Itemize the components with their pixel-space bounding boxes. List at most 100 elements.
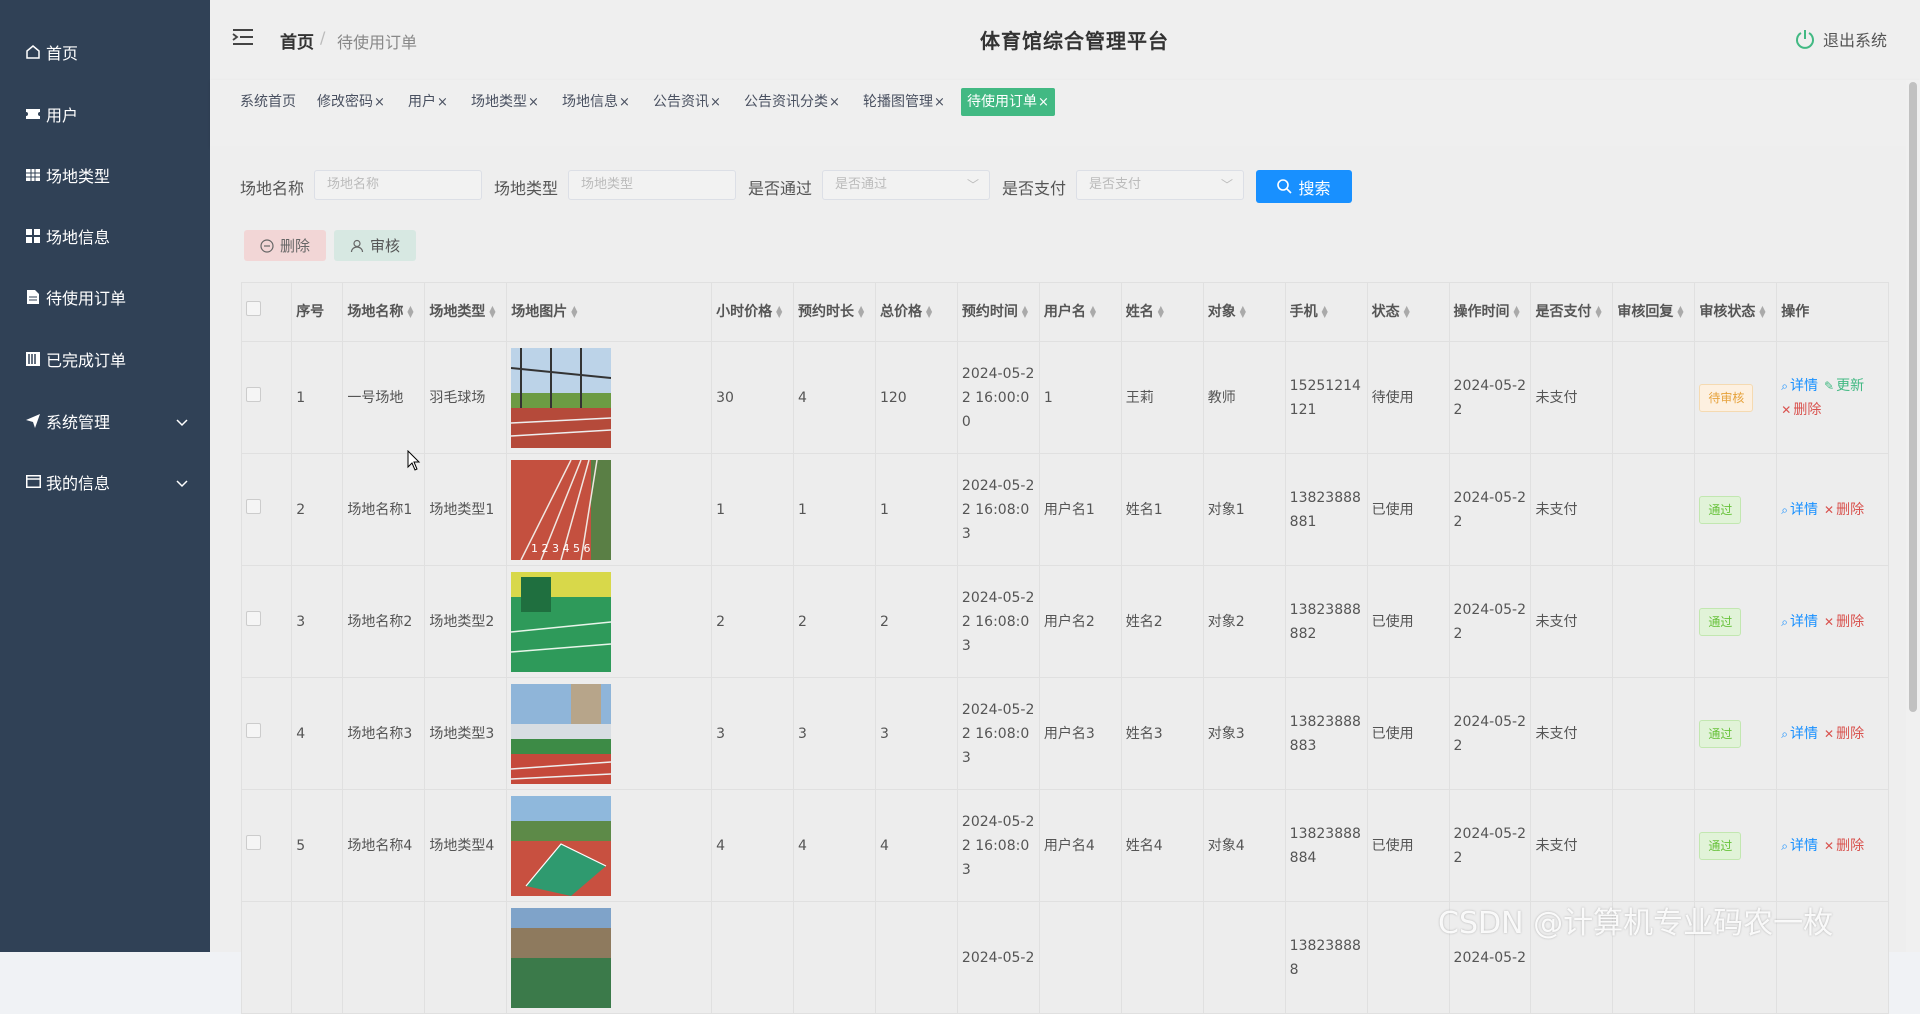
row-checkbox[interactable] [246, 498, 261, 514]
column-header[interactable]: 预约时间 ▲ ▼ [956, 282, 1040, 342]
tag-announcement-categories[interactable]: 公告资讯分类× [744, 88, 840, 116]
tag-venue-info[interactable]: 场地信息× [562, 88, 630, 116]
passed-select[interactable]: 是否通过 ﹀ [822, 170, 990, 200]
sidebar-item-venue-info[interactable]: 场地信息 [0, 205, 210, 266]
column-header[interactable]: 场地名称 ▲ ▼ [342, 282, 426, 342]
sort-icon[interactable]: ▲ ▼ [407, 305, 413, 319]
column-header[interactable]: 场地图片 ▲ ▼ [506, 282, 713, 342]
breadcrumb-home[interactable]: 首页 [280, 28, 314, 53]
tag-carousel[interactable]: 轮播图管理× [863, 88, 945, 116]
remove-link[interactable]: ✕ 删除 [1781, 402, 1821, 418]
venue-image[interactable] [511, 347, 612, 448]
sidebar-item-system[interactable]: 系统管理 [0, 390, 210, 451]
close-icon[interactable]: × [528, 95, 539, 110]
sort-icon[interactable]: ▲ ▼ [858, 305, 864, 319]
column-header[interactable]: 用户名 ▲ ▼ [1038, 282, 1122, 342]
logout-button[interactable]: 退出系统 [1795, 27, 1887, 51]
sort-icon[interactable]: ▲ ▼ [1090, 305, 1096, 319]
audit-button[interactable]: 审核 [334, 230, 416, 261]
table-row[interactable]: 2 场地名称1 场地类型1 1 2 3 4 5 6 1 1 1 2024-05-22 16:0… [240, 453, 1889, 566]
select-all-checkbox[interactable] [246, 301, 261, 316]
table-row[interactable]: 4 场地名称3 场地类型3 3 3 3 2024-05-22 16:08:03 用户名3 姓名3… [240, 677, 1889, 790]
page-scrollbar[interactable] [1906, 80, 1920, 952]
row-checkbox[interactable] [246, 834, 261, 850]
tag-label: 轮播图管理 [863, 94, 933, 110]
tag-home[interactable]: 系统首页 [240, 88, 296, 116]
close-icon[interactable]: × [1038, 95, 1049, 110]
sort-icon[interactable]: ▲ ▼ [1595, 305, 1601, 319]
close-icon[interactable]: × [934, 95, 945, 110]
column-header[interactable]: 审核状态 ▲ ▼ [1694, 282, 1778, 342]
column-header[interactable]: 预约时长 ▲ ▼ [793, 282, 876, 342]
sidebar-item-users[interactable]: 用户 [0, 83, 210, 144]
sort-icon[interactable]: ▲ ▼ [1759, 305, 1765, 319]
close-icon[interactable]: × [437, 95, 448, 110]
search-button[interactable]: 搜索 [1256, 170, 1352, 203]
venue-type-input[interactable]: 场地类型 [568, 170, 736, 200]
column-header[interactable]: 总价格 ▲ ▼ [874, 282, 958, 342]
sort-icon[interactable]: ▲ ▼ [489, 305, 495, 319]
row-checkbox[interactable] [246, 386, 261, 402]
sort-icon[interactable]: ▲ ▼ [1022, 305, 1028, 319]
venue-name-input[interactable]: 场地名称 [314, 170, 482, 200]
sidebar-item-my-info[interactable]: 我的信息 [0, 451, 210, 512]
menu-toggle-icon[interactable] [232, 28, 254, 50]
cell-real: 姓名1 [1120, 453, 1204, 566]
sort-icon[interactable]: ▲ ▼ [776, 305, 782, 319]
column-header[interactable]: 小时价格 ▲ ▼ [711, 282, 795, 342]
remove-link[interactable]: ✕ 删除 [1824, 502, 1864, 518]
detail-link[interactable]: ⌕ 详情 [1781, 502, 1818, 518]
sort-icon[interactable]: ▲ ▼ [1322, 305, 1328, 319]
sort-icon[interactable]: ▲ ▼ [1240, 305, 1246, 319]
venue-image[interactable] [511, 907, 612, 1008]
delete-button[interactable]: 删除 [244, 230, 326, 261]
venue-image[interactable] [511, 795, 612, 896]
tag-change-password[interactable]: 修改密码× [317, 88, 385, 116]
detail-link[interactable]: ⌕ 详情 [1781, 614, 1818, 630]
remove-link[interactable]: ✕ 删除 [1824, 614, 1864, 630]
column-header[interactable]: 是否支付 ▲ ▼ [1530, 282, 1614, 342]
sort-icon[interactable]: ▲ ▼ [1514, 305, 1520, 319]
tag-pending-orders[interactable]: 待使用订单× [961, 88, 1055, 116]
paid-select[interactable]: 是否支付 ﹀ [1076, 170, 1244, 200]
sidebar-item-pending-orders[interactable]: 待使用订单 [0, 266, 210, 327]
detail-link[interactable]: ⌕ 详情 [1781, 838, 1818, 854]
sort-icon[interactable]: ▲ ▼ [571, 305, 577, 319]
row-checkbox[interactable] [246, 722, 261, 738]
table-row[interactable]: 1 一号场地 羽毛球场 30 4 120 2024-05-22 16:00:00 1 王莉 教师 1… [240, 341, 1889, 454]
remove-link[interactable]: ✕ 删除 [1824, 726, 1864, 742]
cell-hours: 4 [793, 789, 876, 902]
update-link[interactable]: ✎ 更新 [1824, 378, 1864, 394]
sidebar-item-home[interactable]: 首页 [0, 21, 210, 82]
venue-image[interactable]: 1 2 3 4 5 6 [511, 459, 612, 560]
column-header[interactable]: 手机 ▲ ▼ [1284, 282, 1368, 342]
venue-image[interactable] [511, 571, 612, 672]
column-header[interactable]: 操作时间 ▲ ▼ [1448, 282, 1532, 342]
venue-image[interactable] [511, 683, 612, 784]
sidebar-item-venue-types[interactable]: 场地类型 [0, 144, 210, 205]
close-icon[interactable]: × [374, 95, 385, 110]
close-icon[interactable]: × [710, 95, 721, 110]
close-icon[interactable]: × [619, 95, 630, 110]
sidebar-item-completed-orders[interactable]: 已完成订单 [0, 328, 210, 389]
table-row[interactable]: 5 场地名称4 场地类型4 4 4 4 2024-05-22 16:08:03 用户名4 姓名4… [240, 789, 1889, 902]
sort-icon[interactable]: ▲ ▼ [1404, 305, 1410, 319]
sort-icon[interactable]: ▲ ▼ [1158, 305, 1164, 319]
remove-link[interactable]: ✕ 删除 [1824, 838, 1864, 854]
tag-announcements[interactable]: 公告资讯× [653, 88, 721, 116]
tag-venue-types[interactable]: 场地类型× [471, 88, 539, 116]
column-header[interactable]: 审核回复 ▲ ▼ [1612, 282, 1696, 342]
column-header[interactable]: 状态 ▲ ▼ [1366, 282, 1450, 342]
detail-link[interactable]: ⌕ 详情 [1781, 378, 1818, 394]
column-header[interactable]: 姓名 ▲ ▼ [1120, 282, 1204, 342]
sort-icon[interactable]: ▲ ▼ [926, 305, 932, 319]
detail-link[interactable]: ⌕ 详情 [1781, 726, 1818, 742]
row-checkbox[interactable] [246, 610, 261, 626]
scrollbar-thumb[interactable] [1909, 82, 1917, 712]
column-header[interactable]: 场地类型 ▲ ▼ [424, 282, 508, 342]
sort-icon[interactable]: ▲ ▼ [1677, 305, 1683, 319]
table-row[interactable]: 3 场地名称2 场地类型2 2 2 2 2024-05-22 16:08:03 用户名2 姓名2… [240, 565, 1889, 678]
column-header[interactable]: 对象 ▲ ▼ [1202, 282, 1286, 342]
close-icon[interactable]: × [829, 95, 840, 110]
tag-users[interactable]: 用户× [408, 88, 448, 116]
